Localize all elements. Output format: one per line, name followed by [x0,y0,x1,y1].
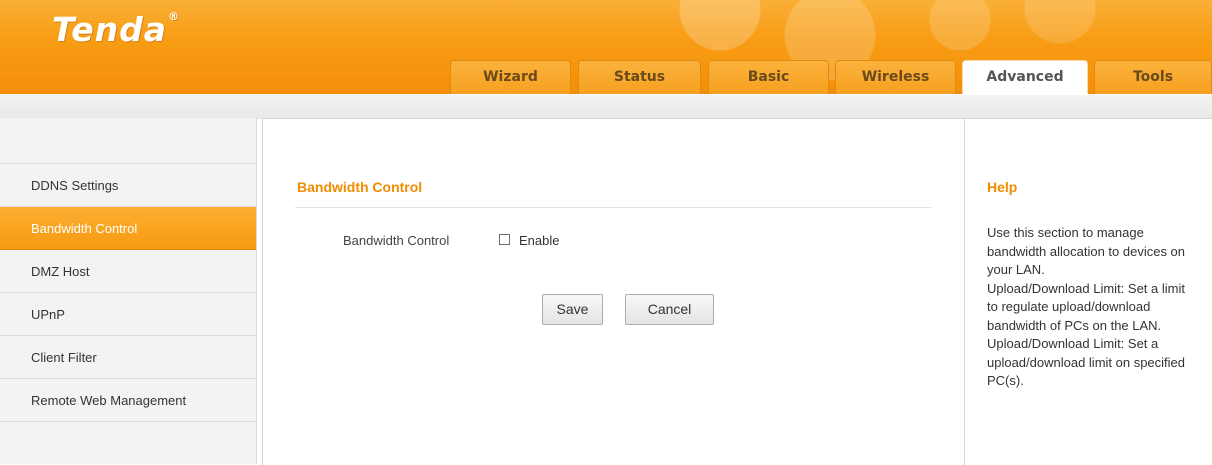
save-button[interactable]: Save [542,294,603,325]
main-panel: Bandwidth Control Bandwidth Control Enab… [262,118,965,465]
sidebar-item-dmz-host[interactable]: DMZ Host [0,250,256,293]
enable-label[interactable]: Enable [519,233,559,248]
section-divider [295,207,931,208]
sidebar-item-remote-web-management[interactable]: Remote Web Management [0,379,256,422]
help-text: Use this section to manage bandwidth all… [987,224,1199,391]
header-shine [0,0,1212,40]
header-banner: Tenda® Wizard Status Basic Wireless Adva… [0,0,1212,94]
tab-basic[interactable]: Basic [708,60,829,94]
bandwidth-control-label: Bandwidth Control [343,233,450,248]
enable-checkbox[interactable] [499,234,510,245]
help-panel: Help Use this section to manage bandwidt… [965,118,1212,465]
cancel-button[interactable]: Cancel [625,294,714,325]
tab-advanced[interactable]: Advanced [962,60,1088,94]
tab-wizard[interactable]: Wizard [450,60,571,94]
tab-status[interactable]: Status [578,60,701,94]
tab-wireless[interactable]: Wireless [835,60,956,94]
section-title: Bandwidth Control [297,179,423,195]
sidebar-spacer [0,118,256,164]
sidebar-item-upnp[interactable]: UPnP [0,293,256,336]
tenda-logo: Tenda® [52,10,181,49]
help-paragraph: Use this section to manage bandwidth all… [987,225,1186,277]
sidebar: DDNS Settings Bandwidth Control DMZ Host… [0,118,257,464]
help-title: Help [987,179,1018,195]
sidebar-item-bandwidth-control[interactable]: Bandwidth Control [0,207,256,250]
help-paragraph: Upload/Download Limit: Set a upload/down… [987,336,1186,388]
sidebar-item-ddns-settings[interactable]: DDNS Settings [0,164,256,207]
sidebar-item-client-filter[interactable]: Client Filter [0,336,256,379]
header-strip [0,94,1212,119]
help-paragraph: Upload/Download Limit: Set a limit to re… [987,280,1185,333]
tab-tools[interactable]: Tools [1094,60,1212,94]
